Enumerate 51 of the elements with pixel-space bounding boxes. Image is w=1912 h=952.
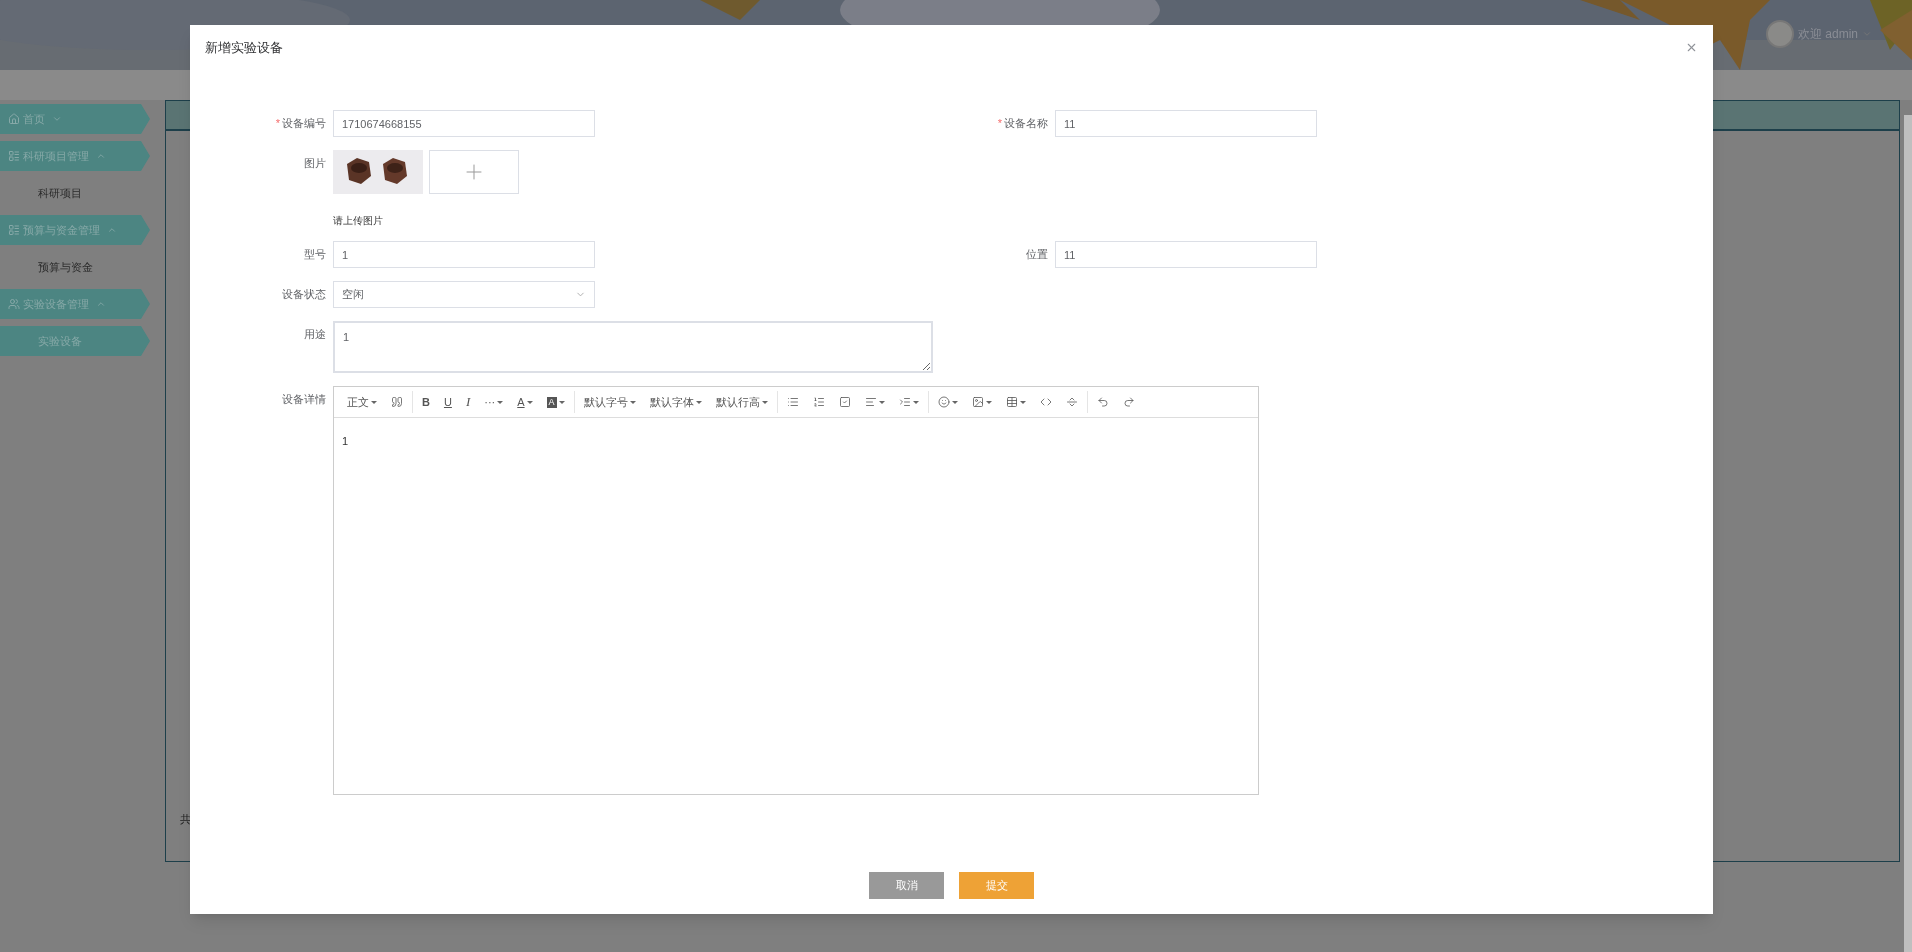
indent-icon <box>898 396 911 408</box>
undo-icon <box>1096 396 1109 408</box>
toolbar-button[interactable]: 正文 <box>340 391 384 413</box>
toolbar-button[interactable]: 默认字体 <box>642 391 709 413</box>
todo-icon <box>838 396 851 408</box>
image-icon <box>971 396 984 408</box>
sidebar-subitem[interactable]: 预算与资金 <box>0 252 150 282</box>
grid-icon <box>8 150 20 162</box>
field-label: 用途 <box>304 327 326 342</box>
home-icon <box>8 113 20 125</box>
close-icon[interactable] <box>1685 41 1698 54</box>
field-label: 型号 <box>304 247 326 262</box>
text-field[interactable]: 1710674668155 <box>333 110 595 137</box>
people-icon <box>8 298 20 310</box>
emoji-icon <box>937 396 950 408</box>
field-label: 图片 <box>304 156 326 171</box>
toolbar-button[interactable]: 默认行高 <box>708 391 775 413</box>
editor-text[interactable]: 1 <box>342 435 349 447</box>
toolbar-button[interactable]: A <box>510 391 540 413</box>
grid-icon <box>8 224 20 236</box>
text-field[interactable]: 11 <box>1055 241 1317 268</box>
scrollbar[interactable] <box>1904 115 1912 952</box>
field-label: 设备名称 <box>1004 116 1048 131</box>
pagination-text: 共 <box>180 811 192 827</box>
field-label: 位置 <box>1026 247 1048 262</box>
text-field[interactable]: 1 <box>333 241 595 268</box>
toolbar-button[interactable]: B <box>415 391 437 413</box>
code-icon <box>1039 396 1052 408</box>
toolbar-button[interactable]: I <box>458 391 478 413</box>
toolbar-button[interactable]: U <box>436 391 459 413</box>
dialog-title: 新增实验设备 <box>205 38 283 57</box>
sidebar-subitem[interactable]: 科研项目 <box>0 178 150 208</box>
toolbar-button[interactable]: A <box>539 391 572 413</box>
toolbar-button[interactable]: ··· <box>477 391 511 413</box>
table-icon <box>1005 396 1018 408</box>
bullet-list-icon <box>786 396 799 408</box>
field-label: 设备编号 <box>282 116 326 131</box>
field-label: 设备详情 <box>282 392 326 407</box>
ordered-list-icon <box>812 396 825 408</box>
divider-icon <box>1065 396 1078 408</box>
quote-icon <box>391 396 403 408</box>
upload-hint: 请上传图片 <box>333 214 384 228</box>
required-mark: * <box>275 116 280 131</box>
purpose-textarea[interactable]: 1 <box>333 321 933 373</box>
status-select[interactable]: 空闲 <box>333 281 595 308</box>
align-icon <box>864 396 877 408</box>
toolbar-button[interactable]: 默认字号 <box>576 391 643 413</box>
redo-icon <box>1122 396 1135 408</box>
field-label: 设备状态 <box>282 287 326 302</box>
required-mark: * <box>997 116 1002 131</box>
text-field[interactable]: 11 <box>1055 110 1317 137</box>
